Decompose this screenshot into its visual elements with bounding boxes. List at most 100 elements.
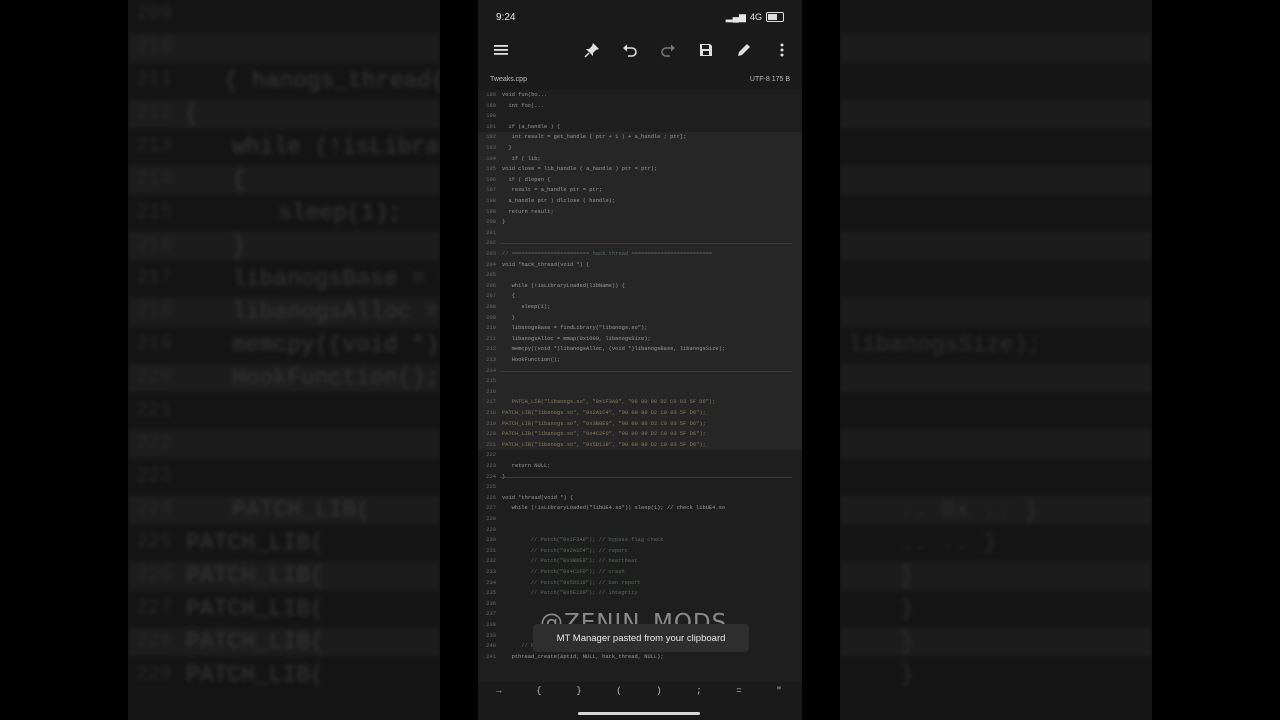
code-line[interactable]: 207 { [478, 291, 802, 302]
code-line[interactable]: 226 void *thread(void *) { [478, 493, 802, 504]
code-line[interactable]: 221 PATCH_LIB("libanogs.so", "0x5D118", "… [478, 439, 802, 451]
gesture-handle[interactable] [578, 712, 700, 715]
save-icon[interactable] [694, 38, 718, 62]
code-line[interactable]: 206 while (!isLibraryLoaded(libName)) { [478, 280, 802, 292]
undo-icon[interactable] [618, 38, 642, 62]
line-number: 199 [486, 208, 496, 215]
code-line[interactable]: 192 int result = get_handle ( ptr + 1 ) +… [478, 132, 802, 143]
blurred-code-line: 215 sleep(1); [128, 198, 440, 228]
blurred-line-number: 226 [136, 564, 173, 587]
code-editor[interactable]: 188 void fun(bo... 189 int foo(... 190 191 if … [478, 90, 802, 682]
code-line[interactable]: 198 a_handle ptr ) dlclose ( handle); [478, 196, 802, 207]
code-line[interactable]: 211 libanogsAlloc = mmap(0x1000, libanogs… [478, 333, 802, 345]
code-line[interactable]: 213 HookFunction(); [478, 355, 802, 366]
line-text: // Patch("0x6E220"); // integrity [530, 590, 638, 597]
line-number: 233 [486, 569, 496, 575]
blurred-code-line: 217 libanogsBase = fi [128, 264, 440, 294]
line-text: void close = lib_handle ( a_handle ) ptr… [502, 166, 658, 173]
code-line[interactable]: 231 // Patch("0x2A1C4"); // report [478, 546, 802, 557]
code-line[interactable]: 225 [478, 482, 802, 493]
symbol-key[interactable]: } [572, 686, 586, 696]
symbol-key[interactable]: " [772, 686, 786, 696]
code-line[interactable]: 194 if ( lib; [478, 153, 802, 165]
blurred-line-number: 214 [136, 168, 173, 191]
blurred-code-line: 218 libanogsAlloc = m [128, 297, 440, 327]
code-line[interactable]: 218 PATCH_LIB("libanogs.so", "0x2A1C4", "… [478, 408, 802, 419]
network-type: 4G [749, 12, 762, 22]
code-line[interactable]: 210 libanogsBase = findLibrary("libanogs.… [478, 323, 802, 334]
blurred-code-line: 225 PATCH_LIB( [128, 528, 440, 558]
symbol-key[interactable]: { [532, 686, 546, 696]
line-number: 218 [486, 410, 496, 416]
blurred-line-number: 224 [136, 498, 173, 521]
code-line[interactable]: 216 [478, 386, 802, 398]
line-number: 197 [486, 187, 496, 194]
blurred-line-text: { [232, 167, 246, 193]
code-line[interactable]: 235 // Patch("0x6E220"); // integrity [478, 588, 802, 599]
code-line[interactable]: 195 void close = lib_handle ( a_handle ) … [478, 164, 802, 175]
blurred-code-line: 219 memcpy((void *)li [128, 330, 440, 360]
code-line[interactable]: 236 [478, 599, 802, 610]
code-line[interactable]: 232 // Patch("0x3B0E8"); // heartbeat [478, 556, 802, 567]
blurred-code-line: 209 [128, 0, 440, 30]
code-line[interactable]: 212 memcpy((void *)libanogsAlloc, (void *… [478, 344, 802, 355]
code-line[interactable]: 230 // Patch("0x1F3A8"); // bypass flag c… [478, 535, 802, 546]
code-line[interactable]: 241 pthread_create(&ptid, NULL, hack_thre… [478, 652, 802, 663]
code-line[interactable]: 228 [478, 514, 802, 525]
code-line[interactable]: 217 PATCH_LIB("libanogs.so", "0x1F3A8", "… [478, 397, 802, 408]
code-line[interactable]: 209} [478, 312, 802, 324]
line-number: 208 [486, 304, 496, 310]
symbol-key[interactable]: ( [612, 686, 626, 696]
code-line[interactable]: 197 result = a_handle ptr = ptr; [478, 185, 802, 196]
blurred-code-line: 220 HookFunction(); [128, 363, 440, 393]
code-line[interactable]: 189 int foo(... [478, 101, 802, 112]
code-line[interactable]: 219 PATCH_LIB("libanogs.so", "0x3B0E8", "… [478, 418, 802, 430]
menu-icon[interactable] [489, 38, 513, 62]
blurred-code-line: } [840, 594, 1152, 624]
symbol-key[interactable]: = [732, 686, 746, 696]
code-line[interactable]: 227 while (!isLibraryLoaded("libUE4.so"))… [478, 503, 802, 514]
code-line[interactable]: 201 [478, 227, 802, 239]
code-line[interactable]: 223 return NULL; [478, 461, 802, 472]
line-number: 188 [486, 92, 496, 98]
symbol-key[interactable]: ; [692, 686, 706, 696]
symbol-key[interactable]: ) [652, 686, 666, 696]
code-line[interactable]: 191 if (a_handle ) { [478, 122, 802, 133]
blurred-code-line [840, 0, 1152, 30]
line-number: 227 [486, 505, 496, 512]
line-text: void *hack_thread(void *) { [502, 261, 590, 268]
code-line[interactable]: 208 sleep(1); [478, 302, 802, 313]
code-line[interactable]: 233 // Patch("0x4C2F0"); // crash [478, 567, 802, 578]
redo-icon[interactable] [656, 38, 680, 62]
line-text: PATCH_LIB("libanogs.so", "0x3B0E8", "00 … [502, 420, 706, 427]
pencil-icon[interactable] [732, 38, 756, 62]
line-number: 205 [486, 272, 496, 279]
code-line[interactable]: 203 // ======================== hack thre… [478, 249, 802, 260]
code-line[interactable]: 229 [478, 525, 802, 536]
code-line[interactable]: 220 PATCH_LIB("libanogs.so", "0x4C2F0", "… [478, 429, 802, 440]
code-line[interactable]: 193} [478, 143, 802, 154]
code-line[interactable]: 204 void *hack_thread(void *) { [478, 259, 802, 271]
line-text: void *thread(void *) { [502, 494, 574, 501]
symbol-key[interactable]: → [492, 686, 506, 696]
code-line[interactable]: 196 if ( dlopen { [478, 174, 802, 186]
line-text: pthread_create(&ptid, NULL, hack_thread,… [511, 653, 664, 660]
line-number: 215 [486, 378, 496, 385]
code-line[interactable]: 190 [478, 111, 802, 122]
code-line[interactable]: 234 // Patch("0x5D118"); // ban report [478, 578, 802, 589]
line-number: 226 [486, 494, 496, 501]
blurred-line-number: 220 [136, 366, 173, 389]
blurred-line-text: PATCH_LIB( [232, 497, 371, 523]
code-line[interactable]: 215 [478, 376, 802, 387]
line-text: // ======================== hack thread … [502, 251, 713, 257]
line-text: return result; [508, 208, 554, 215]
code-line[interactable]: 200} [478, 217, 802, 228]
more-vert-icon[interactable] [770, 38, 794, 62]
code-line[interactable]: 222 [478, 450, 802, 461]
code-line[interactable]: 205 [478, 270, 802, 281]
blurred-line-text: PATCH_LIB( [186, 662, 325, 688]
code-line[interactable]: 199 return result; [478, 206, 802, 218]
code-line[interactable]: 188 void fun(bo... [478, 90, 802, 101]
pin-icon[interactable] [580, 38, 604, 62]
blurred-code-line: .. .. } [840, 528, 1152, 558]
